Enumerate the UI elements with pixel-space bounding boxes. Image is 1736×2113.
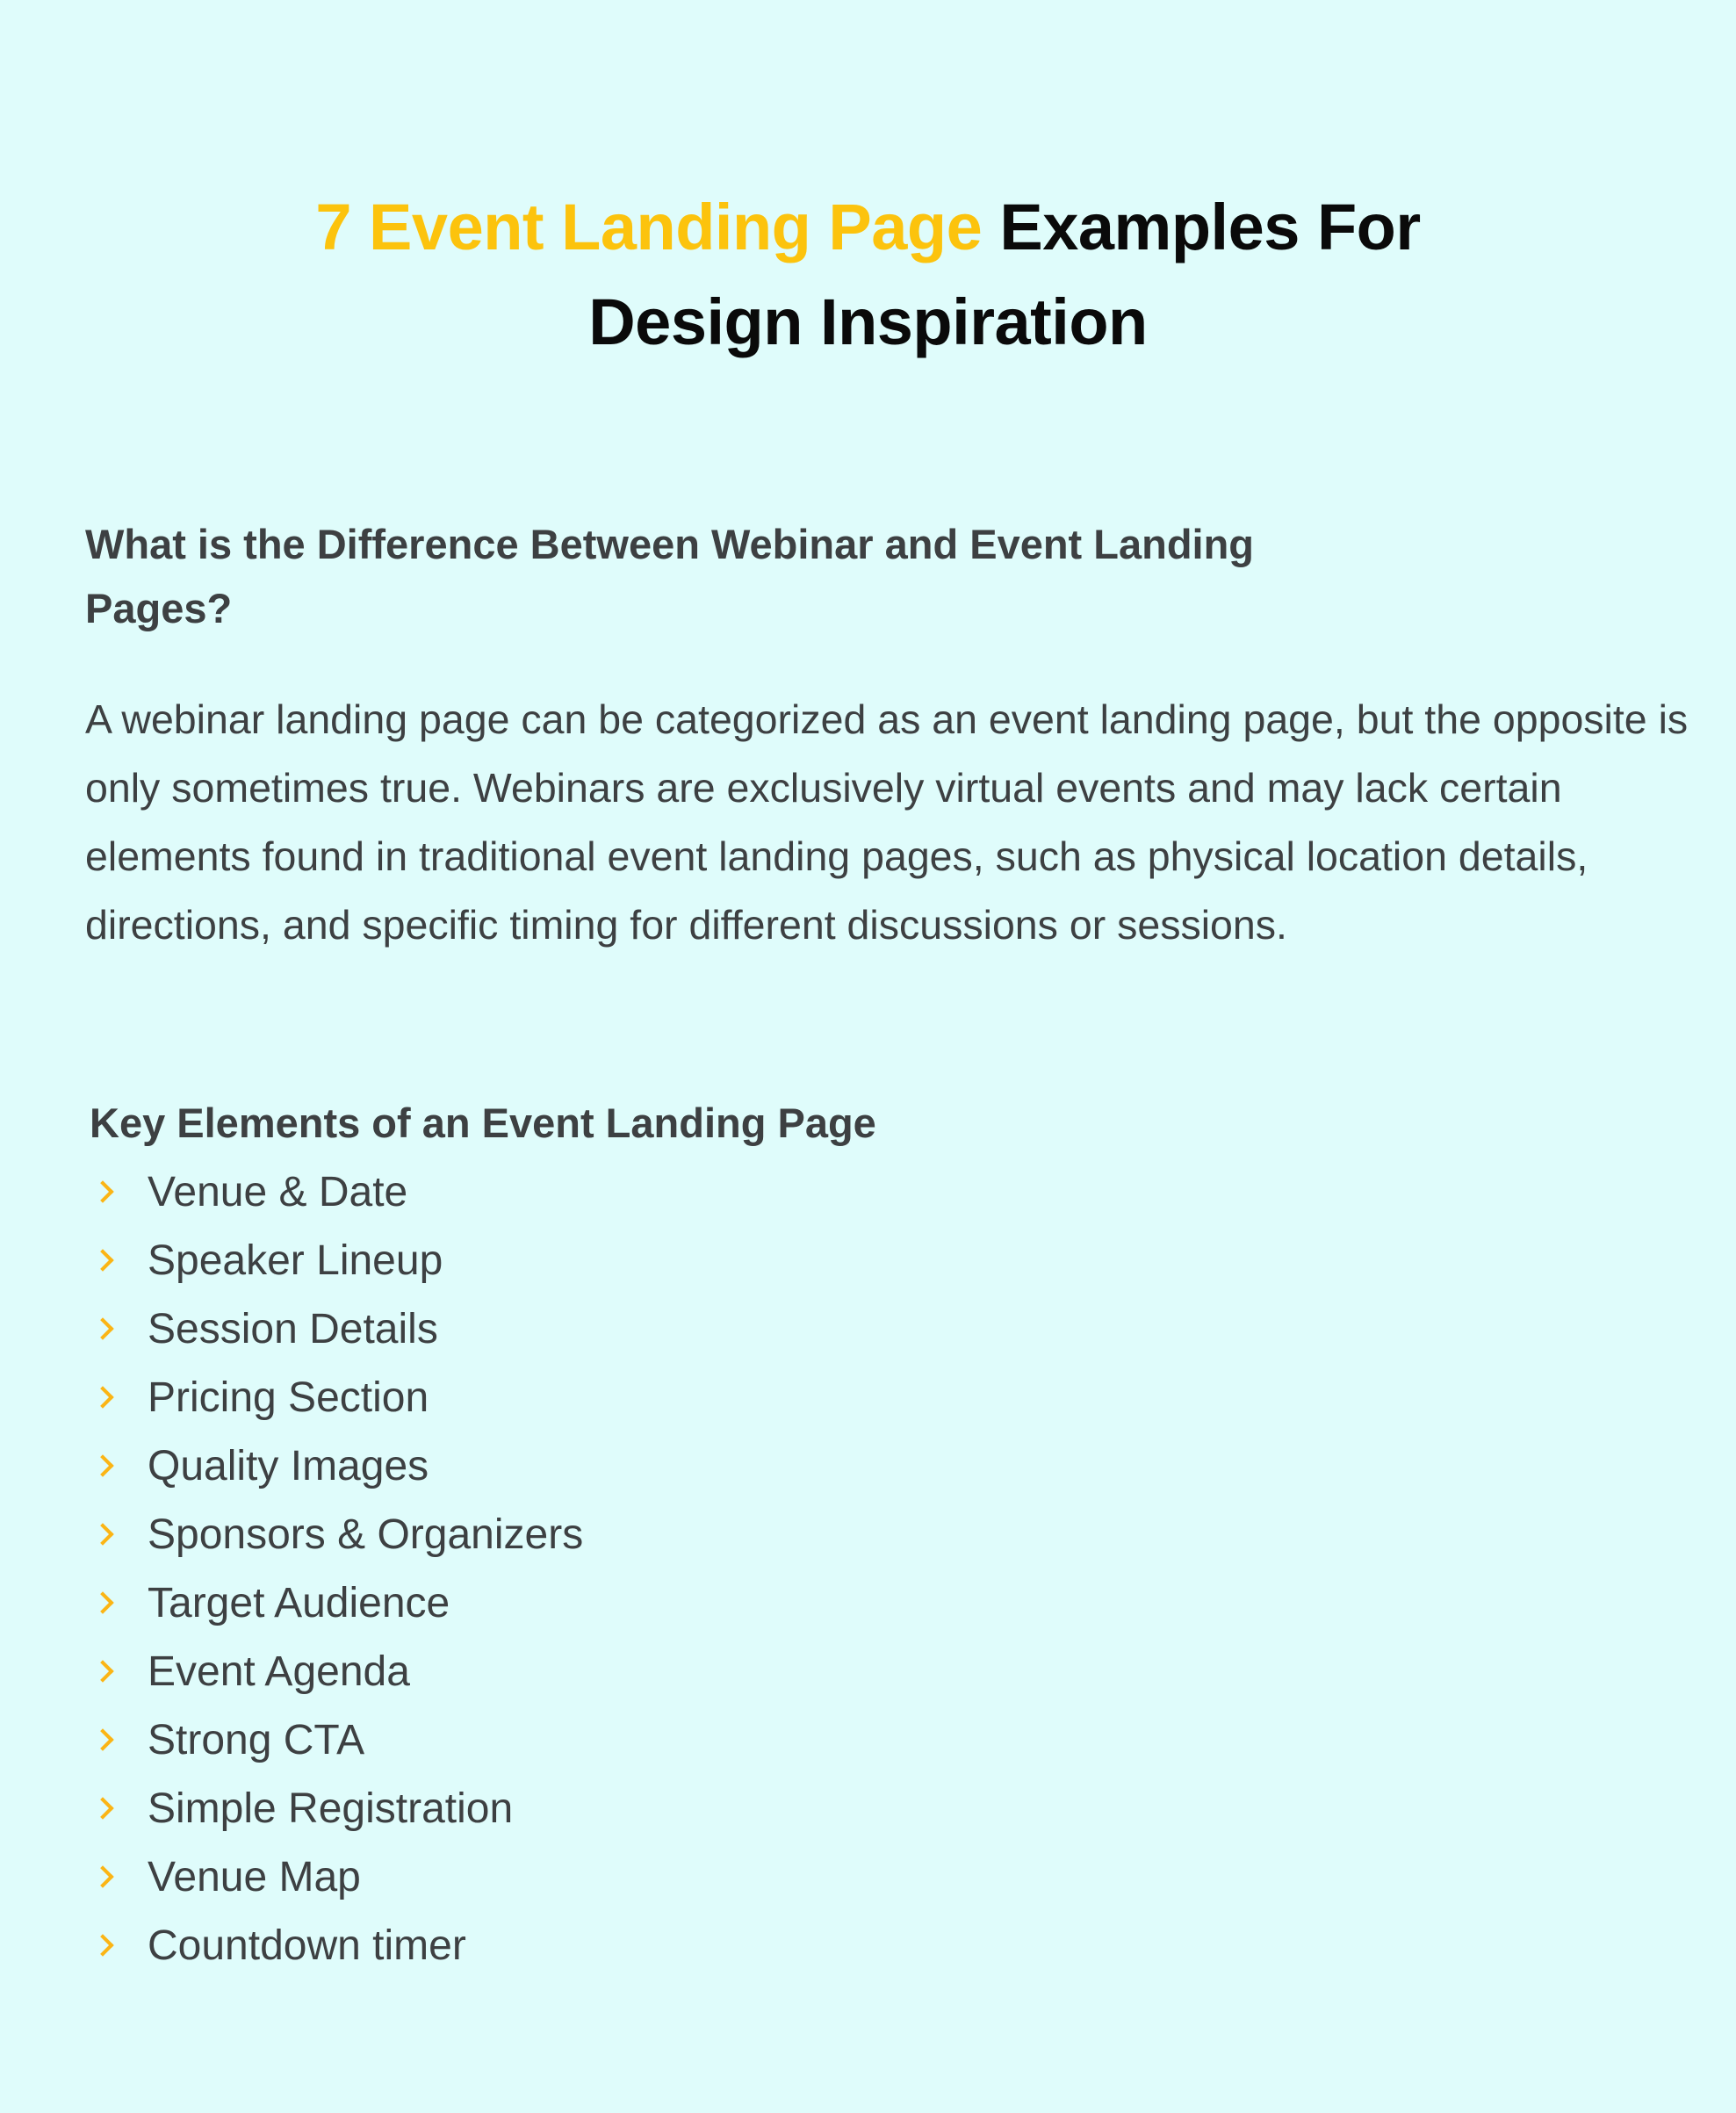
list-item: Venue & Date (88, 1157, 583, 1226)
chevron-right-icon (91, 1523, 114, 1546)
list-item-label: Target Audience (148, 1579, 450, 1626)
question-heading: What is the Difference Between Webinar a… (85, 521, 1255, 631)
list-item-label: Venue & Date (148, 1168, 408, 1215)
chevron-right-icon (91, 1454, 114, 1477)
chevron-right-icon (91, 1249, 114, 1272)
list-item: Venue Map (88, 1843, 583, 1911)
page-title: 7 Event Landing Page Examples For Design… (0, 180, 1736, 370)
chevron-right-icon (91, 1317, 114, 1340)
list-item-label: Session Details (148, 1305, 438, 1352)
list-item: Event Agenda (88, 1637, 583, 1706)
key-elements-list: Venue & Date Speaker Lineup Session Deta… (88, 1157, 583, 1980)
chevron-right-icon (91, 1180, 114, 1203)
list-item-label: Pricing Section (148, 1374, 429, 1421)
list-item: Target Audience (88, 1569, 583, 1637)
key-elements-heading: Key Elements of an Event Landing Page (90, 1100, 876, 1146)
list-item-label: Venue Map (148, 1853, 361, 1900)
title-line2: Design Inspiration (588, 285, 1148, 358)
body-paragraph: A webinar landing page can be categorize… (85, 696, 1689, 948)
chevron-right-icon (91, 1728, 114, 1751)
list-item: Speaker Lineup (88, 1226, 583, 1294)
list-item-label: Event Agenda (148, 1648, 410, 1695)
list-item-label: Simple Registration (148, 1785, 514, 1832)
title-rest-line1: Examples For (982, 190, 1421, 263)
list-item: Session Details (88, 1294, 583, 1363)
chevron-right-icon (91, 1797, 114, 1820)
list-item-label: Sponsors & Organizers (148, 1511, 584, 1558)
title-accent: 7 Event Landing Page (315, 190, 983, 263)
chevron-right-icon (91, 1591, 114, 1614)
list-item: Sponsors & Organizers (88, 1500, 583, 1569)
list-item: Countdown timer (88, 1911, 583, 1980)
chevron-right-icon (91, 1934, 114, 1957)
list-item-label: Countdown timer (148, 1922, 466, 1969)
list-item-label: Speaker Lineup (148, 1237, 443, 1284)
list-item-label: Strong CTA (148, 1716, 365, 1763)
chevron-right-icon (91, 1660, 114, 1683)
chevron-right-icon (91, 1865, 114, 1888)
list-item: Pricing Section (88, 1363, 583, 1432)
chevron-right-icon (91, 1386, 114, 1409)
list-item-label: Quality Images (148, 1442, 429, 1489)
list-item: Strong CTA (88, 1706, 583, 1774)
list-item: Quality Images (88, 1432, 583, 1500)
list-item: Simple Registration (88, 1774, 583, 1843)
